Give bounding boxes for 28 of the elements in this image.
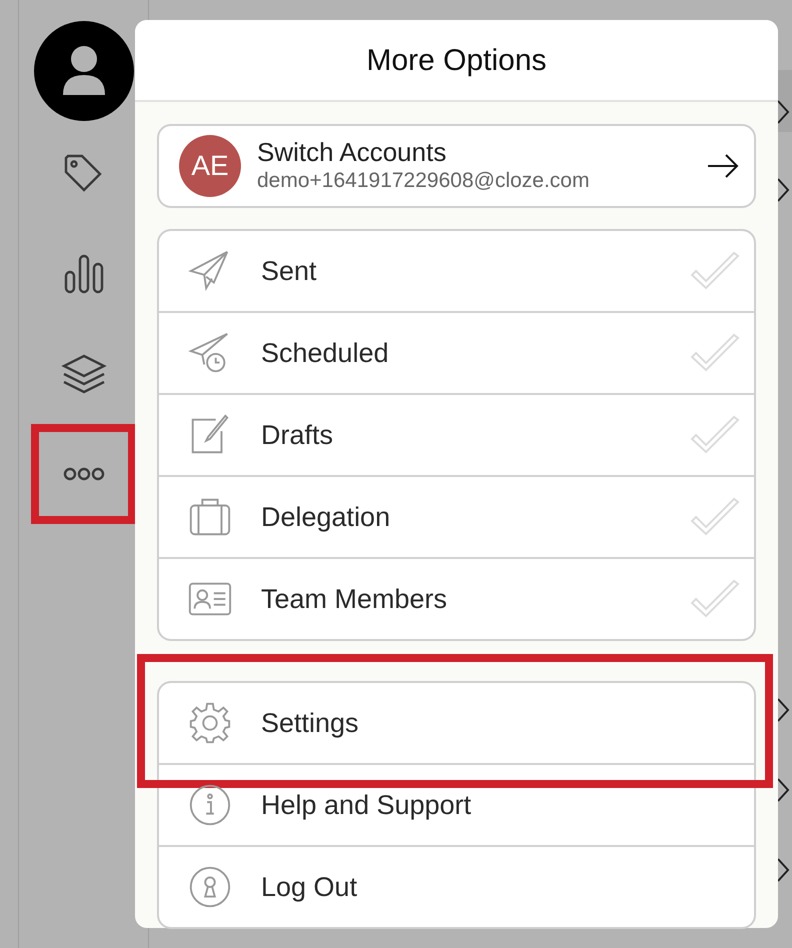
menu-item[interactable]: Scheduled xyxy=(159,313,754,393)
keyhole-icon xyxy=(187,864,233,910)
switch-accounts-item[interactable]: AE Switch Accounts demo+1641917229608@cloze.com xyxy=(157,124,756,208)
account-email: demo+1641917229608@cloze.com xyxy=(257,168,590,194)
checkmark-icon[interactable] xyxy=(690,497,740,537)
account-label: Switch Accounts xyxy=(257,138,448,168)
chevron-icon xyxy=(776,857,790,883)
checkmark-icon[interactable] xyxy=(690,415,740,455)
profile-avatar[interactable] xyxy=(34,21,134,121)
menu-item[interactable]: Drafts xyxy=(159,395,754,475)
info-icon xyxy=(187,782,233,828)
chevron-icon xyxy=(776,777,790,803)
checkmark-icon[interactable] xyxy=(690,333,740,373)
popup-title: More Options xyxy=(366,42,547,78)
menu-item[interactable]: Settings xyxy=(159,683,754,763)
arrow-right-icon xyxy=(706,152,740,180)
menu-item[interactable]: Help and Support xyxy=(159,765,754,845)
gear-icon xyxy=(187,700,233,746)
menu-item[interactable]: Sent xyxy=(159,231,754,311)
chevron-icon xyxy=(776,177,790,203)
chevron-icon xyxy=(776,99,790,125)
menu-item[interactable]: Delegation xyxy=(159,477,754,557)
account-avatar: AE xyxy=(179,135,241,197)
menu-item[interactable]: Team Members xyxy=(159,559,754,639)
checkmark-icon[interactable] xyxy=(690,251,740,291)
chevron-icon xyxy=(776,697,790,723)
checkmark-icon[interactable] xyxy=(690,579,740,619)
menu-item[interactable]: Log Out xyxy=(159,847,754,927)
